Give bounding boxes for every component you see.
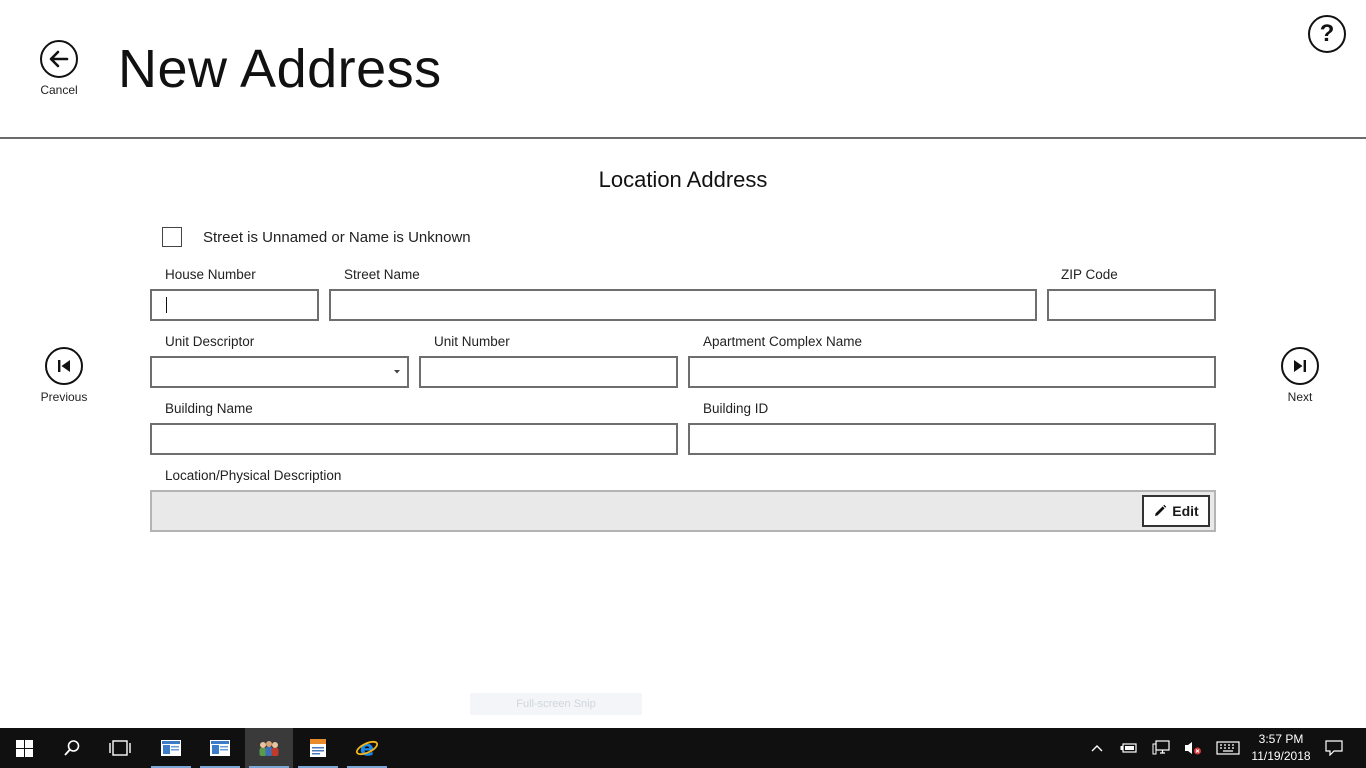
pencil-icon: [1155, 504, 1167, 516]
svg-text:e: e: [360, 737, 374, 759]
notification-icon[interactable]: [1320, 728, 1348, 768]
help-icon[interactable]: ?: [1308, 15, 1346, 53]
location-description-box: Edit: [150, 490, 1216, 532]
house-number-label: House Number: [165, 267, 256, 282]
street-name-label: Street Name: [344, 267, 420, 282]
cancel-button[interactable]: Cancel: [36, 40, 82, 97]
text-cursor: [166, 297, 167, 313]
unit-number-label: Unit Number: [434, 334, 510, 349]
task-view-icon[interactable]: [96, 728, 144, 768]
house-number-field[interactable]: [150, 289, 319, 321]
apartment-complex-label: Apartment Complex Name: [703, 334, 863, 349]
building-id-label: Building ID: [703, 401, 769, 416]
apartment-complex-field[interactable]: [688, 356, 1216, 388]
page-title: New Address: [118, 39, 442, 99]
internet-explorer-icon[interactable]: e: [343, 728, 391, 768]
app-window-icon[interactable]: [196, 728, 244, 768]
section-title: Location Address: [598, 167, 768, 192]
street-name-field[interactable]: [329, 289, 1037, 321]
unit-descriptor-label: Unit Descriptor: [165, 334, 255, 349]
system-clock[interactable]: 3:57 PM 11/19/2018: [1244, 731, 1318, 765]
taskbar: e 3:57 PM 11/19/2018: [0, 728, 1366, 768]
unit-descriptor-dropdown[interactable]: [150, 356, 409, 388]
cancel-label: Cancel: [40, 83, 78, 97]
people-app-icon[interactable]: [245, 728, 293, 768]
app-window-icon[interactable]: [147, 728, 195, 768]
network-icon[interactable]: [1150, 728, 1172, 768]
skip-next-icon: [1281, 347, 1319, 385]
keyboard-icon[interactable]: [1214, 728, 1242, 768]
snip-overlay: Full-screen Snip: [470, 693, 642, 715]
search-icon[interactable]: [48, 728, 96, 768]
next-button[interactable]: Next: [1270, 347, 1330, 404]
back-arrow-icon: [40, 40, 78, 78]
zip-code-label: ZIP Code: [1061, 267, 1118, 282]
next-label: Next: [1287, 390, 1313, 404]
building-name-field[interactable]: [150, 423, 678, 455]
volume-muted-icon[interactable]: [1182, 728, 1204, 768]
clock-time: 3:57 PM: [1258, 732, 1304, 746]
building-id-field[interactable]: [688, 423, 1216, 455]
street-unnamed-label: Street is Unnamed or Name is Unknown: [203, 228, 471, 246]
skip-previous-icon: [45, 347, 83, 385]
street-unnamed-checkbox-row[interactable]: Street is Unnamed or Name is Unknown: [162, 227, 471, 247]
windows-start-icon[interactable]: [0, 728, 48, 768]
chevron-up-icon[interactable]: [1086, 728, 1108, 768]
battery-icon[interactable]: [1118, 728, 1140, 768]
clock-date: 11/19/2018: [1251, 749, 1311, 763]
unit-number-field[interactable]: [419, 356, 678, 388]
street-unnamed-checkbox[interactable]: [162, 227, 182, 247]
zip-code-field[interactable]: [1047, 289, 1216, 321]
dropdown-arrow-icon: [394, 370, 400, 374]
location-description-label: Location/Physical Description: [165, 468, 342, 483]
building-name-label: Building Name: [165, 401, 253, 416]
edit-description-button[interactable]: Edit: [1142, 495, 1210, 527]
document-app-icon[interactable]: [294, 728, 342, 768]
edit-label: Edit: [1172, 503, 1199, 519]
previous-button[interactable]: Previous: [34, 347, 94, 404]
app-header: Cancel New Address ?: [0, 0, 1366, 139]
previous-label: Previous: [40, 390, 88, 404]
